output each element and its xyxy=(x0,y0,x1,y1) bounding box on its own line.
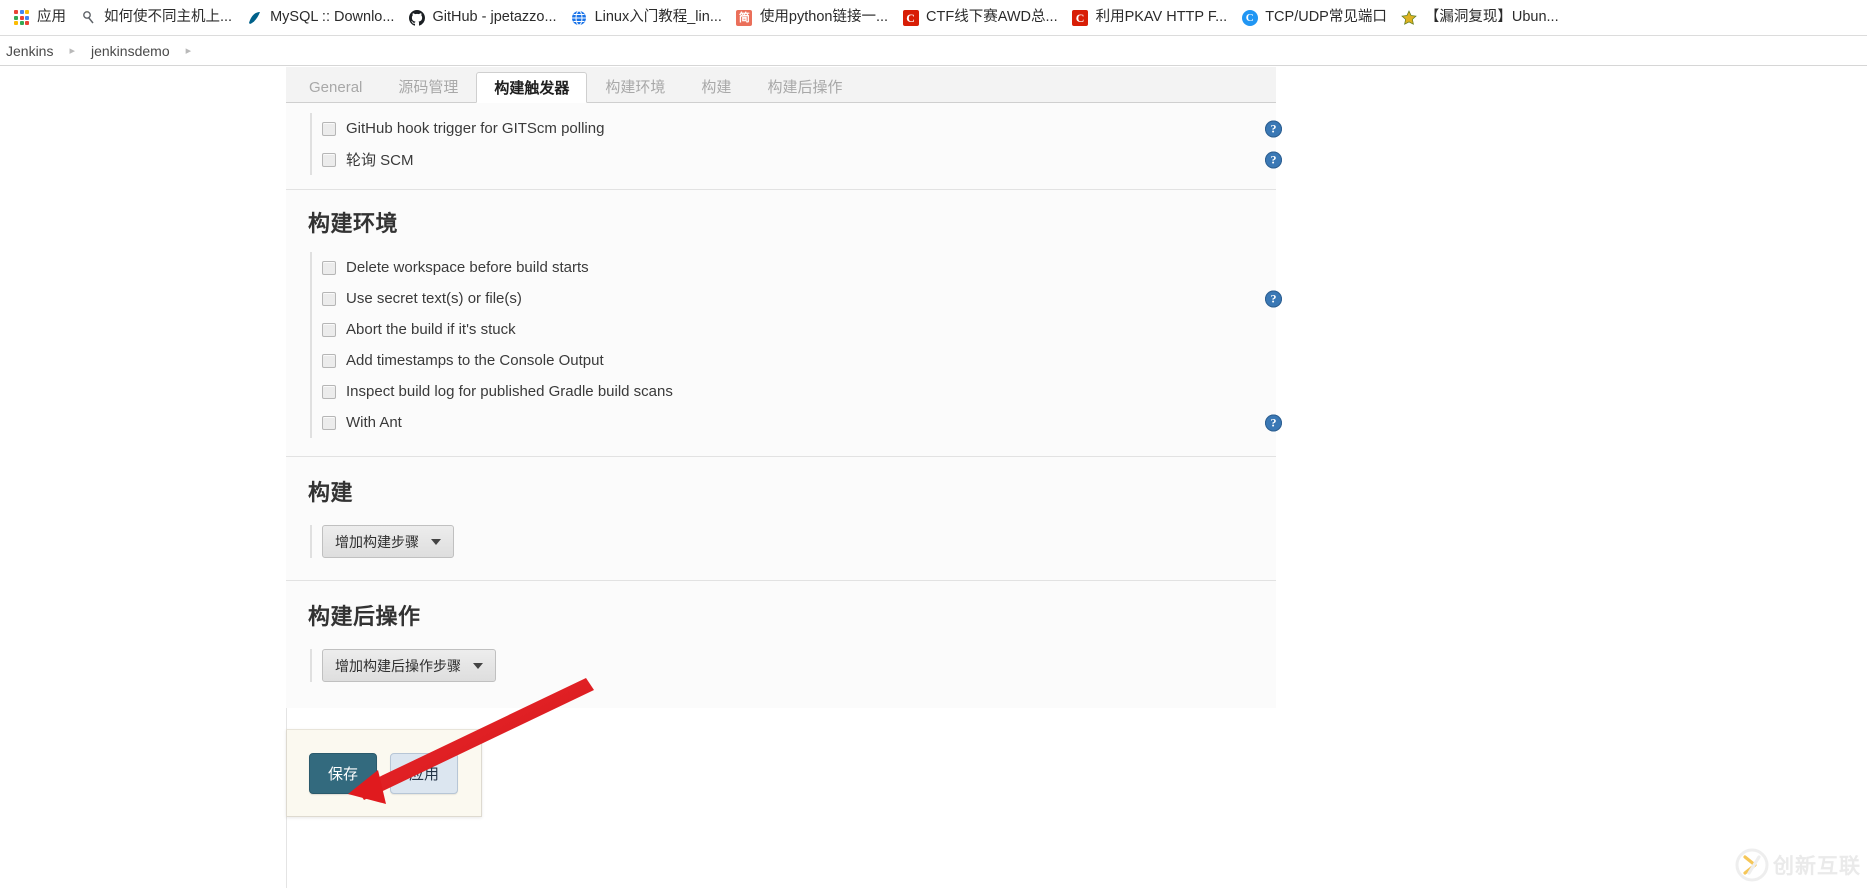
section-build-triggers: GitHub hook trigger for GITScm polling ?… xyxy=(286,103,1282,190)
checkbox-add-timestamps[interactable] xyxy=(322,353,336,368)
tab-post-build[interactable]: 构建后操作 xyxy=(749,71,860,102)
bookmark-label: Linux入门教程_lin... xyxy=(594,9,722,25)
config-action-bar: 保存 应用 xyxy=(286,729,482,817)
bookmark-label: GitHub - jpetazzo... xyxy=(432,9,557,25)
job-config-panel: General 源码管理 构建触发器 构建环境 构建 构建后操作 GitHub … xyxy=(286,67,1282,708)
bookmark-github[interactable]: GitHub - jpetazzo... xyxy=(401,5,563,31)
jianshu-icon: 简 xyxy=(736,9,753,26)
watermark: 创新互联 xyxy=(1735,848,1861,882)
add-post-build-step-label: 增加构建后操作步骤 xyxy=(335,657,461,674)
checkbox-poll-scm[interactable] xyxy=(322,152,336,167)
globe-icon xyxy=(571,9,588,26)
tab-build-triggers[interactable]: 构建触发器 xyxy=(476,72,588,103)
build-environment-option-list: Delete workspace before build starts Use… xyxy=(310,252,1282,438)
bookmark-label: 使用python链接一... xyxy=(759,9,889,25)
tab-scm[interactable]: 源码管理 xyxy=(380,71,476,102)
browser-bookmarks-bar: 应用 如何使不同主机上... MySQL :: Downlo... GitHub… xyxy=(0,0,1867,36)
section-build: 构建 增加构建步骤 xyxy=(286,457,1276,581)
checkbox-with-ant[interactable] xyxy=(322,415,336,430)
checkbox-abort-if-stuck[interactable] xyxy=(322,322,336,337)
star-icon xyxy=(1401,9,1418,26)
tab-build-environment[interactable]: 构建环境 xyxy=(587,71,683,102)
bookmark-tcp-udp-ports[interactable]: C TCP/UDP常见端口 xyxy=(1234,5,1394,31)
apply-button[interactable]: 应用 xyxy=(390,752,458,794)
bookmark-label: 应用 xyxy=(37,9,66,25)
add-post-build-step-button[interactable]: 增加构建后操作步骤 xyxy=(322,649,496,682)
chevron-down-icon xyxy=(431,538,441,545)
mysql-icon xyxy=(246,9,263,26)
section-title-build-environment: 构建环境 xyxy=(308,211,399,236)
bookmark-mysql[interactable]: MySQL :: Downlo... xyxy=(239,5,401,31)
csdn-icon: C xyxy=(902,9,919,26)
cnblogs-icon: C xyxy=(1241,9,1258,26)
watermark-logo-icon xyxy=(1735,848,1769,882)
option-row[interactable]: Use secret text(s) or file(s) ? xyxy=(322,283,1282,314)
option-label[interactable]: With Ant xyxy=(346,414,402,431)
post-build-step-button-wrap: 增加构建后操作步骤 xyxy=(310,649,1254,682)
tab-build[interactable]: 构建 xyxy=(683,71,749,102)
checkbox-delete-workspace[interactable] xyxy=(322,260,336,275)
bookmark-linux-tutorial[interactable]: Linux入门教程_lin... xyxy=(564,5,729,31)
tab-general[interactable]: General xyxy=(291,71,380,102)
apps-grid-icon xyxy=(13,9,30,26)
checkbox-github-hook-trigger[interactable] xyxy=(322,121,336,136)
config-tab-strip: General 源码管理 构建触发器 构建环境 构建 构建后操作 xyxy=(286,67,1276,103)
bookmark-apps[interactable]: 应用 xyxy=(6,5,73,31)
checkbox-inspect-gradle-scans[interactable] xyxy=(322,384,336,399)
bookmark-site-1[interactable]: 如何使不同主机上... xyxy=(73,5,239,31)
csdn-icon: C xyxy=(1072,9,1089,26)
bookmark-jianshu[interactable]: 简 使用python链接一... xyxy=(729,5,895,31)
help-icon[interactable]: ? xyxy=(1265,414,1282,431)
option-label[interactable]: Abort the build if it's stuck xyxy=(346,321,516,338)
section-title-build: 构建 xyxy=(308,480,354,505)
option-label[interactable]: 轮询 SCM xyxy=(346,149,414,170)
bookmark-label: TCP/UDP常见端口 xyxy=(1265,9,1387,25)
bookmark-pkav[interactable]: C 利用PKAV HTTP F... xyxy=(1065,5,1235,31)
option-label[interactable]: GitHub hook trigger for GITScm polling xyxy=(346,120,604,137)
option-row[interactable]: Delete workspace before build starts xyxy=(322,252,1254,283)
site-icon xyxy=(80,9,97,26)
config-form-area: GitHub hook trigger for GITScm polling ?… xyxy=(286,103,1282,708)
bookmark-label: 利用PKAV HTTP F... xyxy=(1095,9,1228,25)
bookmark-label: CTF线下赛AWD总... xyxy=(926,9,1058,25)
breadcrumb-item-jenkinsdemo[interactable]: jenkinsdemo xyxy=(85,43,176,59)
help-icon[interactable]: ? xyxy=(1265,120,1282,137)
option-row[interactable]: Add timestamps to the Console Output xyxy=(322,345,1254,376)
section-title-post-build: 构建后操作 xyxy=(308,604,421,629)
bookmark-label: 【漏洞复现】Ubun... xyxy=(1424,9,1559,25)
bookmark-label: 如何使不同主机上... xyxy=(104,9,233,25)
left-rail xyxy=(0,67,287,888)
github-icon xyxy=(408,9,425,26)
page-body: General 源码管理 构建触发器 构建环境 构建 构建后操作 GitHub … xyxy=(0,67,1867,888)
watermark-text: 创新互联 xyxy=(1773,855,1861,878)
checkbox-use-secret-text[interactable] xyxy=(322,291,336,306)
option-row[interactable]: 轮询 SCM ? xyxy=(322,144,1282,175)
triggers-option-list: GitHub hook trigger for GITScm polling ?… xyxy=(310,113,1282,175)
section-post-build: 构建后操作 增加构建后操作步骤 xyxy=(286,581,1276,708)
breadcrumb: Jenkins ▸ jenkinsdemo ▸ xyxy=(0,36,1867,66)
bookmark-ctf-awd[interactable]: C CTF线下赛AWD总... xyxy=(895,5,1065,31)
option-label[interactable]: Delete workspace before build starts xyxy=(346,259,589,276)
option-label[interactable]: Inspect build log for published Gradle b… xyxy=(346,383,673,400)
option-row[interactable]: GitHub hook trigger for GITScm polling ? xyxy=(322,113,1282,144)
option-label[interactable]: Add timestamps to the Console Output xyxy=(346,352,604,369)
option-row[interactable]: Inspect build log for published Gradle b… xyxy=(322,376,1254,407)
help-icon[interactable]: ? xyxy=(1265,151,1282,168)
chevron-down-icon xyxy=(473,662,483,669)
bookmark-label: MySQL :: Downlo... xyxy=(270,9,395,25)
save-button[interactable]: 保存 xyxy=(309,752,377,794)
option-row[interactable]: Abort the build if it's stuck xyxy=(322,314,1254,345)
add-build-step-button[interactable]: 增加构建步骤 xyxy=(322,525,454,558)
help-icon[interactable]: ? xyxy=(1265,290,1282,307)
section-build-environment: 构建环境 Delete workspace before build start… xyxy=(286,190,1282,457)
option-row[interactable]: With Ant ? xyxy=(322,407,1282,438)
breadcrumb-separator-icon: ▸ xyxy=(69,45,75,57)
build-step-button-wrap: 增加构建步骤 xyxy=(310,525,1254,558)
option-label[interactable]: Use secret text(s) or file(s) xyxy=(346,290,522,307)
add-build-step-label: 增加构建步骤 xyxy=(335,533,419,550)
bookmark-vuln-ubuntu[interactable]: 【漏洞复现】Ubun... xyxy=(1394,5,1566,31)
breadcrumb-separator-icon: ▸ xyxy=(185,45,192,57)
breadcrumb-item-jenkins[interactable]: Jenkins xyxy=(0,43,59,59)
